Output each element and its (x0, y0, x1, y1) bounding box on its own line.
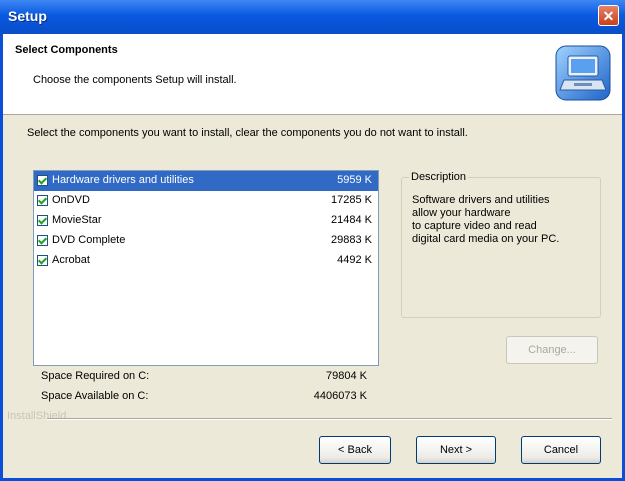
component-size: 29883 K (331, 234, 372, 246)
cancel-button[interactable]: Cancel (521, 436, 601, 464)
space-required-label: Space Required on C: (41, 370, 150, 382)
change-button[interactable]: Change... (506, 336, 598, 364)
component-size: 17285 K (331, 194, 372, 206)
description-label: Description (409, 171, 469, 183)
list-item[interactable]: Acrobat 4492 K (34, 251, 378, 271)
page-subtitle: Choose the components Setup will install… (33, 74, 237, 86)
component-name: DVD Complete (52, 234, 126, 246)
description-text: Software drivers and utilities allow you… (412, 194, 560, 245)
component-size: 5959 K (337, 174, 372, 186)
window-title: Setup (8, 8, 47, 24)
installshield-brand: InstallShield (7, 410, 67, 422)
list-item[interactable]: Hardware drivers and utilities 5959 K (34, 171, 378, 191)
component-name: OnDVD (52, 194, 90, 206)
space-available-value: 4406073 K (313, 390, 367, 402)
list-item[interactable]: OnDVD 17285 K (34, 191, 378, 211)
checkbox[interactable] (37, 175, 48, 186)
component-name: Acrobat (52, 254, 90, 266)
setup-window: Setup ✕ Select Components Choose the com… (0, 0, 625, 481)
component-name: Hardware drivers and utilities (52, 174, 194, 186)
list-item[interactable]: DVD Complete 29883 K (34, 231, 378, 251)
space-available-label: Space Available on C: (41, 390, 149, 402)
close-icon[interactable]: ✕ (598, 5, 619, 26)
checkbox[interactable] (37, 235, 48, 246)
computer-install-icon (555, 45, 611, 101)
components-list[interactable]: Hardware drivers and utilities 5959 K On… (33, 170, 379, 366)
component-name: MovieStar (52, 214, 102, 226)
title-bar[interactable]: Setup ✕ (0, 0, 625, 34)
list-item[interactable]: MovieStar 21484 K (34, 211, 378, 231)
description-group: Description Software drivers and utiliti… (401, 171, 601, 318)
page-title: Select Components (15, 44, 118, 56)
back-button[interactable]: < Back (319, 436, 391, 464)
checkbox[interactable] (37, 195, 48, 206)
wizard-header: Select Components Choose the components … (3, 34, 622, 115)
space-required-value: 79804 K (326, 370, 367, 382)
checkbox[interactable] (37, 255, 48, 266)
next-button[interactable]: Next > (416, 436, 496, 464)
divider (47, 418, 612, 420)
component-size: 4492 K (337, 254, 372, 266)
component-size: 21484 K (331, 214, 372, 226)
checkbox[interactable] (37, 215, 48, 226)
instruction-text: Select the components you want to instal… (27, 127, 468, 139)
